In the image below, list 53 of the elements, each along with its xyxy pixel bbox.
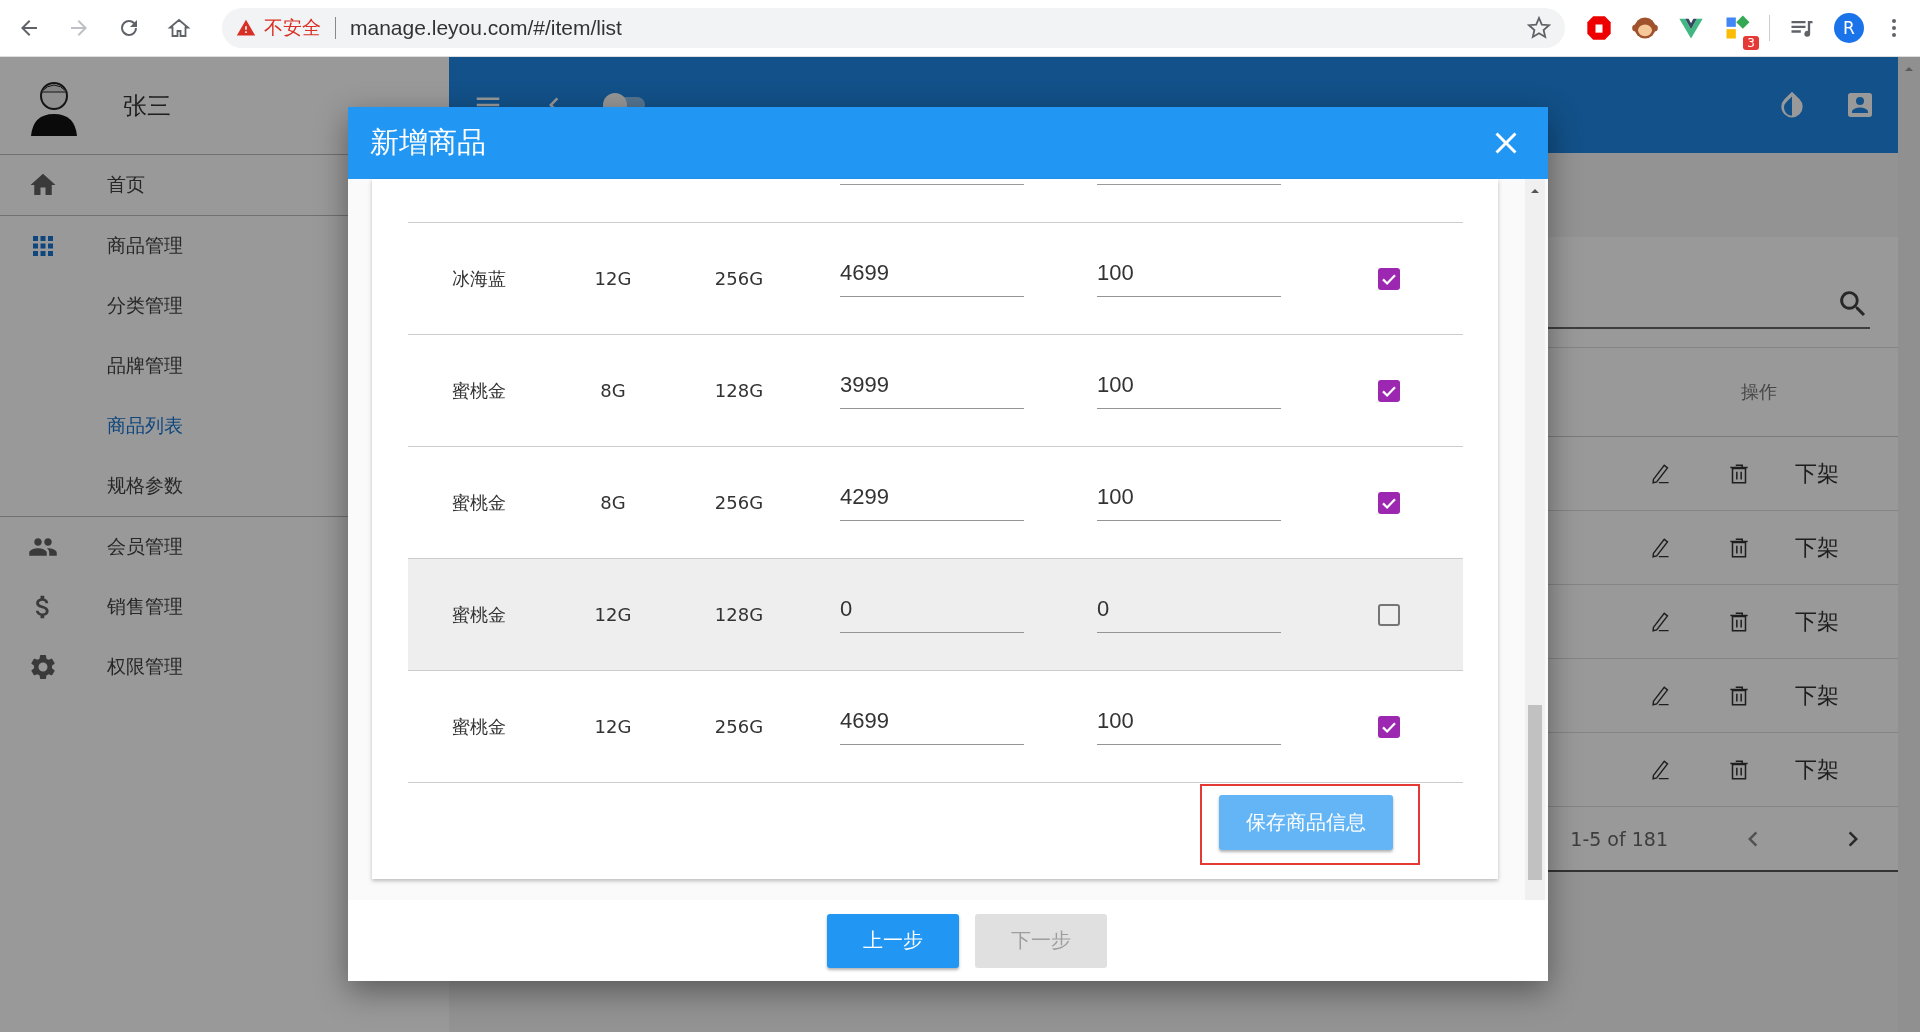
checkbox[interactable] — [1378, 379, 1400, 402]
profile-avatar[interactable]: R — [1834, 13, 1864, 43]
sidebar-item[interactable]: 权限管理 — [0, 637, 449, 697]
column-header: 操作 — [1741, 380, 1777, 404]
star-icon[interactable] — [1527, 16, 1551, 40]
price-field[interactable]: 0 — [840, 596, 1024, 633]
warning-icon — [236, 18, 256, 38]
stop-sign-icon[interactable] — [1585, 14, 1613, 42]
url-text: manage.leyou.com/#/item/list — [350, 16, 623, 40]
table-cell-text: 12G — [593, 716, 633, 737]
table-cell-text: 12G — [593, 268, 633, 289]
stock-field[interactable]: 100 — [1097, 708, 1281, 745]
stock-field[interactable]: 100 — [1097, 372, 1281, 409]
unlist-button[interactable]: 下架 — [1778, 754, 1856, 785]
page-range: 1-5 of 181 — [1570, 827, 1668, 850]
price-field[interactable]: 4699 — [840, 260, 1024, 297]
checkbox[interactable] — [1378, 267, 1400, 290]
sidebar-item[interactable]: 商品管理 — [0, 216, 449, 276]
price-field[interactable]: 4699 — [840, 708, 1024, 745]
page-scrollbar[interactable] — [1898, 57, 1920, 1032]
price-field[interactable]: 4299 — [840, 484, 1024, 521]
unlist-button[interactable]: 下架 — [1778, 680, 1856, 711]
notification-badge: 3 — [1743, 36, 1759, 50]
security-label: 不安全 — [264, 15, 321, 40]
unlist-button[interactable]: 下架 — [1778, 606, 1856, 637]
table-cell-text: 蜜桃金 — [451, 378, 507, 403]
table-cell-text: 128G — [713, 604, 765, 625]
unlist-button[interactable]: 下架 — [1778, 532, 1856, 563]
table-cell-text: 128G — [713, 380, 765, 401]
stock-field[interactable]: 100 — [1097, 260, 1281, 297]
stock-field[interactable]: 100 — [1097, 484, 1281, 521]
unlist-button[interactable]: 下架 — [1778, 458, 1856, 489]
table-cell-text: 256G — [713, 268, 765, 289]
table-cell-text: 12G — [593, 604, 633, 625]
address-bar[interactable]: 不安全 manage.leyou.com/#/item/list — [222, 8, 1565, 48]
table-cell-text: 蜜桃金 — [451, 490, 507, 515]
table-cell-text: 蜜桃金 — [451, 602, 507, 627]
table-cell-text: 蜜桃金 — [451, 714, 507, 739]
table-cell-text: 8G — [599, 492, 627, 513]
sidebar-item[interactable]: 销售管理 — [0, 577, 449, 637]
table-cell-text: 冰海蓝 — [451, 266, 507, 291]
table-cell-text: 256G — [713, 492, 765, 513]
checkbox[interactable] — [1378, 603, 1400, 626]
checkbox[interactable] — [1378, 715, 1400, 738]
price-field[interactable]: 3999 — [840, 372, 1024, 409]
scrollbar-thumb[interactable] — [1528, 705, 1542, 880]
table-cell-text: 256G — [713, 716, 765, 737]
stock-field[interactable]: 0 — [1097, 596, 1281, 633]
step-button[interactable]: 上一步 — [826, 913, 959, 968]
sidebar-item[interactable]: 会员管理 — [0, 517, 449, 577]
checkbox[interactable] — [1378, 491, 1400, 514]
user-name: 张三 — [123, 90, 171, 122]
table-cell-text: 8G — [599, 380, 627, 401]
